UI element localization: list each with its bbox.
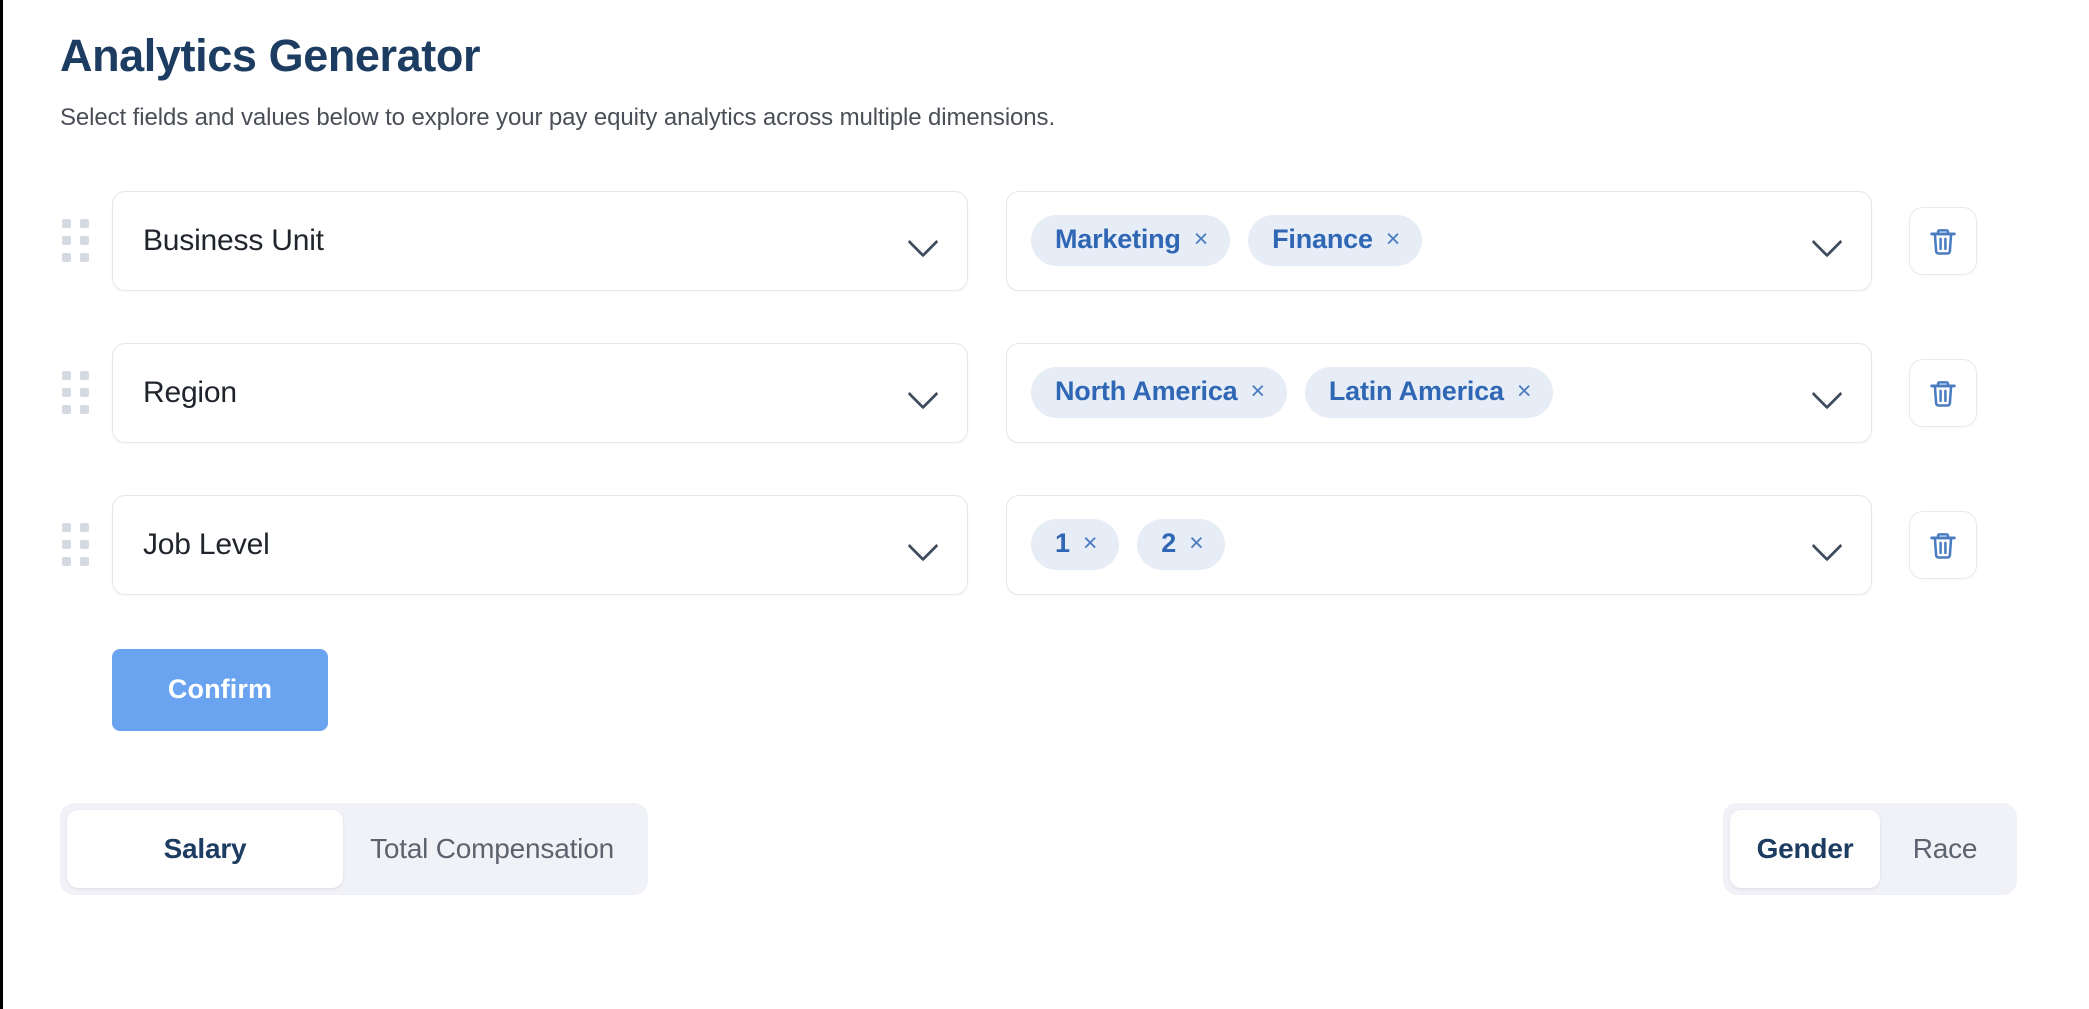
field-select-business-unit[interactable]: Business Unit <box>112 190 968 291</box>
delete-filter-row-button[interactable] <box>1909 206 1977 275</box>
chip-remove-icon[interactable]: × <box>1194 227 1209 252</box>
chevron-down-icon <box>907 528 941 562</box>
page-title: Analytics Generator <box>60 30 481 81</box>
chip-remove-icon[interactable]: × <box>1189 531 1204 556</box>
chevron-down-icon <box>1811 376 1845 410</box>
analytics-generator-page: Analytics Generator Select fields and va… <box>3 0 2089 1009</box>
delete-filter-row-button[interactable] <box>1909 358 1977 427</box>
tab-total-compensation[interactable]: Total Compensation <box>343 810 641 888</box>
value-chip[interactable]: Marketing × <box>1031 215 1231 267</box>
value-chip[interactable]: Finance × <box>1248 215 1423 267</box>
values-select-job-level[interactable]: 1 × 2 × <box>1006 494 1872 595</box>
chip-remove-icon[interactable]: × <box>1386 227 1401 252</box>
delete-filter-row-button[interactable] <box>1909 510 1977 579</box>
filter-row: Business Unit Marketing × Finance × <box>60 190 2049 291</box>
field-select-label: Job Level <box>143 527 270 561</box>
confirm-row: Confirm <box>60 648 2049 731</box>
value-chip-label: Marketing <box>1055 224 1181 255</box>
confirm-button[interactable]: Confirm <box>112 648 328 731</box>
field-select-job-level[interactable]: Job Level <box>112 494 968 595</box>
tab-race[interactable]: Race <box>1880 810 2010 888</box>
chevron-down-icon <box>907 376 941 410</box>
tab-gender[interactable]: Gender <box>1730 809 1880 888</box>
drag-handle-icon[interactable] <box>60 217 90 265</box>
value-chip-label: North America <box>1055 376 1238 407</box>
chip-remove-icon[interactable]: × <box>1250 379 1265 404</box>
values-select-business-unit[interactable]: Marketing × Finance × <box>1006 190 1872 291</box>
field-select-label: Business Unit <box>143 223 324 257</box>
drag-handle-icon[interactable] <box>60 521 90 569</box>
filter-row-list: Business Unit Marketing × Finance × Regi… <box>60 190 2049 595</box>
metric-toggle-group: Salary Total Compensation <box>60 802 648 895</box>
value-chip-label: Finance <box>1272 224 1373 255</box>
chevron-down-icon <box>907 224 941 258</box>
demographic-toggle-group: Gender Race <box>1723 802 2017 895</box>
field-select-region[interactable]: Region <box>112 342 968 443</box>
value-chip-label: 1 <box>1055 528 1070 559</box>
value-chip-label: Latin America <box>1328 376 1504 407</box>
chip-remove-icon[interactable]: × <box>1517 379 1532 404</box>
chevron-down-icon <box>1811 528 1845 562</box>
chip-list: Marketing × Finance × <box>1031 215 1795 267</box>
value-chip[interactable]: 1 × <box>1031 519 1120 571</box>
toggle-bar: Salary Total Compensation Gender Race <box>60 802 2049 895</box>
values-select-region[interactable]: North America × Latin America × <box>1006 342 1872 443</box>
drag-handle-icon[interactable] <box>60 369 90 417</box>
value-chip-label: 2 <box>1161 528 1177 559</box>
chip-list: North America × Latin America × <box>1031 367 1795 419</box>
value-chip[interactable]: 2 × <box>1137 519 1226 571</box>
trash-icon <box>1930 228 1956 255</box>
page-subtitle: Select fields and values below to explor… <box>60 103 1056 131</box>
tab-salary[interactable]: Salary <box>67 809 343 888</box>
trash-icon <box>1930 380 1956 407</box>
trash-icon <box>1930 532 1956 559</box>
chevron-down-icon <box>1811 224 1845 258</box>
filter-row: Job Level 1 × 2 × <box>60 494 2049 595</box>
chip-remove-icon[interactable]: × <box>1083 531 1098 556</box>
value-chip[interactable]: Latin America × <box>1304 367 1554 419</box>
chip-list: 1 × 2 × <box>1031 519 1795 571</box>
filter-row: Region North America × Latin America × <box>60 342 2049 443</box>
value-chip[interactable]: North America × <box>1031 367 1287 419</box>
field-select-label: Region <box>143 375 237 409</box>
